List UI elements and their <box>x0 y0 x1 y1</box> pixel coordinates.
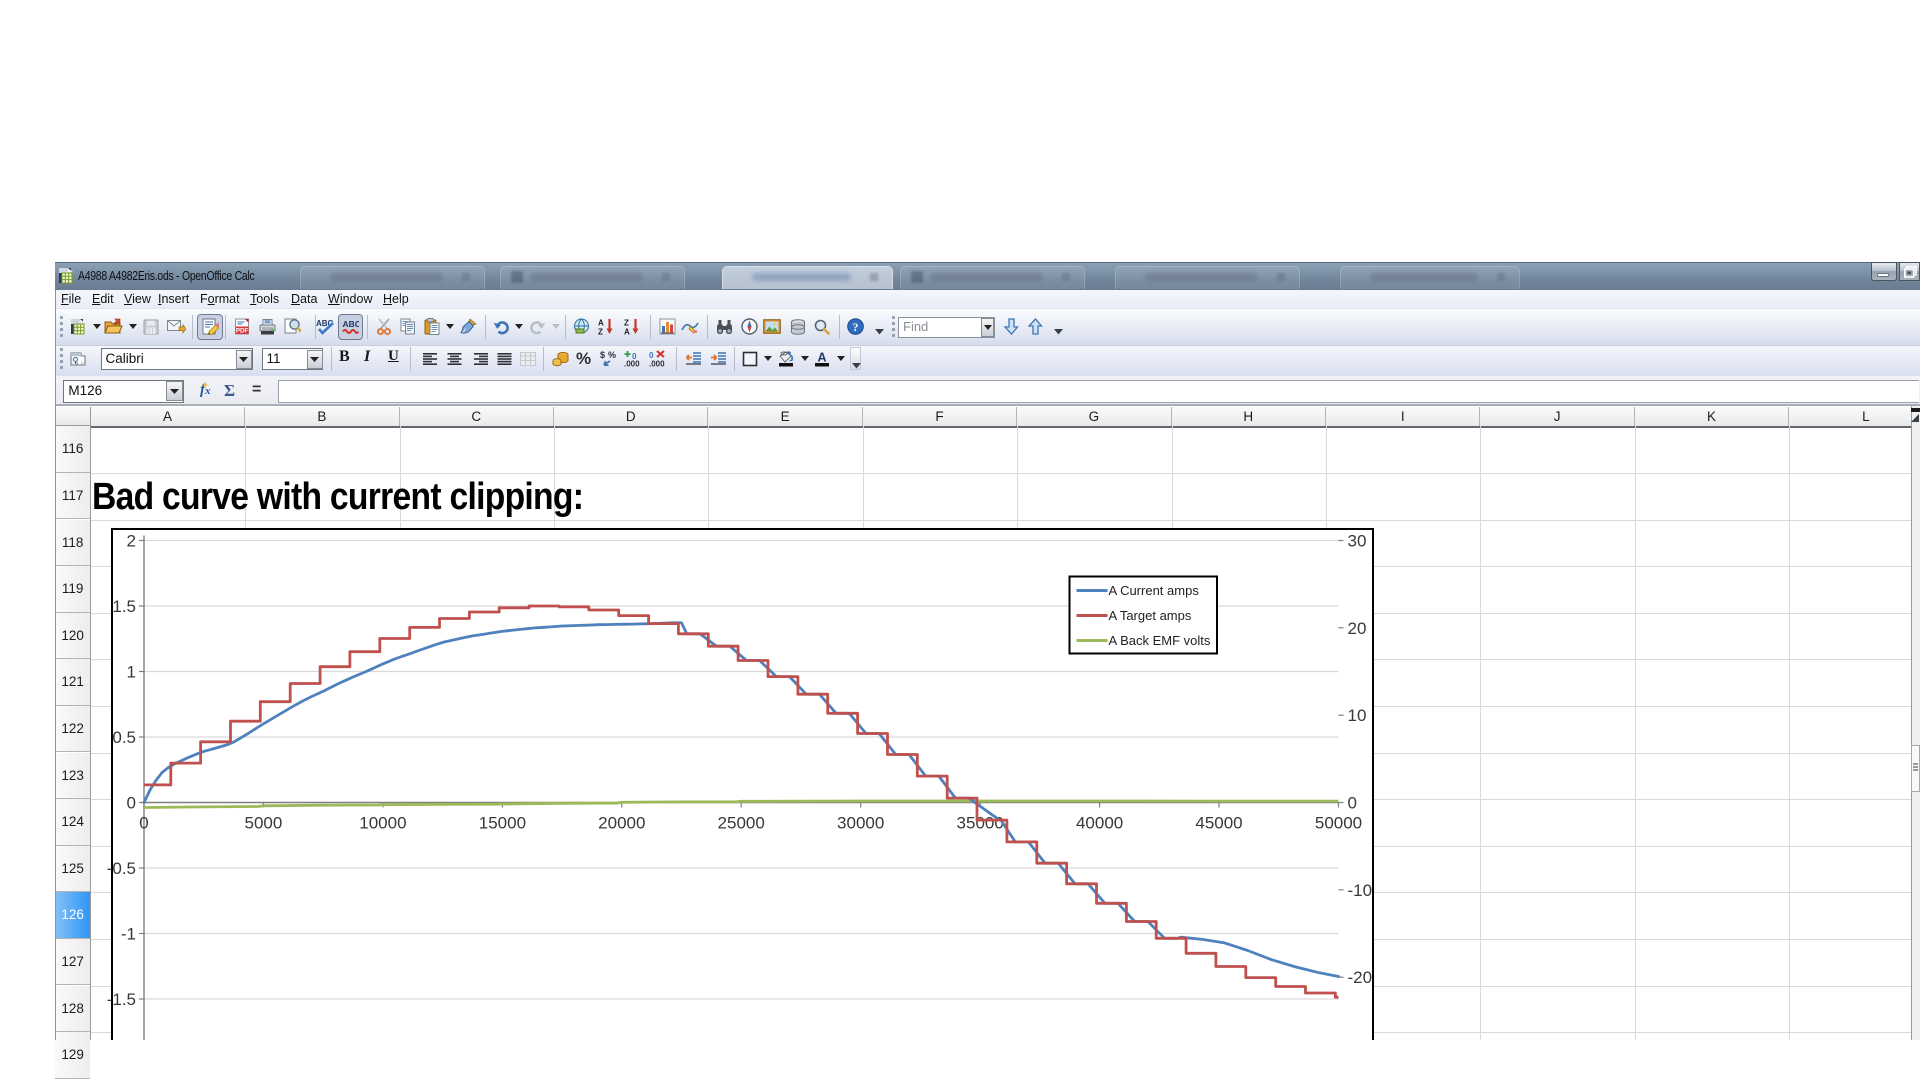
svg-text:-20: -20 <box>1347 968 1372 987</box>
svg-text:0: 0 <box>1347 794 1356 813</box>
svg-text:1.5: 1.5 <box>112 597 136 616</box>
svg-text:?: ? <box>852 320 858 334</box>
svg-text:0: 0 <box>139 814 148 833</box>
svg-text:ABC: ABC <box>342 319 359 329</box>
svg-text:A Back EMF volts: A Back EMF volts <box>1108 633 1210 648</box>
svg-text:A Target amps: A Target amps <box>1108 608 1191 623</box>
svg-text:50000: 50000 <box>1314 814 1361 833</box>
svg-text:A: A <box>817 351 826 365</box>
svg-text:5000: 5000 <box>244 814 282 833</box>
svg-text:.000: .000 <box>624 360 640 368</box>
svg-text:2: 2 <box>126 532 135 551</box>
svg-text:45000: 45000 <box>1195 814 1242 833</box>
svg-text:25000: 25000 <box>717 814 764 833</box>
svg-text:0: 0 <box>126 794 135 813</box>
svg-text:-1: -1 <box>120 925 135 944</box>
svg-text:-1.5: -1.5 <box>106 990 135 1009</box>
svg-text:Z: Z <box>598 328 603 336</box>
svg-text:.000: .000 <box>649 360 665 368</box>
svg-text:10000: 10000 <box>359 814 406 833</box>
svg-text:40000: 40000 <box>1075 814 1122 833</box>
svg-text:-10: -10 <box>1347 881 1372 900</box>
svg-text:30000: 30000 <box>837 814 884 833</box>
svg-text:20000: 20000 <box>598 814 645 833</box>
svg-text:$: $ <box>600 350 605 360</box>
svg-text:1: 1 <box>126 663 135 682</box>
svg-text:0.5: 0.5 <box>112 728 136 747</box>
svg-text:15000: 15000 <box>478 814 525 833</box>
svg-text:A: A <box>624 328 630 336</box>
svg-text:A Current amps: A Current amps <box>1108 583 1199 598</box>
svg-text:-0.5: -0.5 <box>106 859 135 878</box>
svg-text:30: 30 <box>1347 532 1366 551</box>
svg-text:A: A <box>598 319 604 328</box>
svg-text:%: % <box>608 350 616 360</box>
svg-text:Z: Z <box>624 319 629 328</box>
svg-text:PDF: PDF <box>236 328 249 335</box>
svg-text:20: 20 <box>1347 619 1366 638</box>
svg-text:10: 10 <box>1347 706 1366 725</box>
